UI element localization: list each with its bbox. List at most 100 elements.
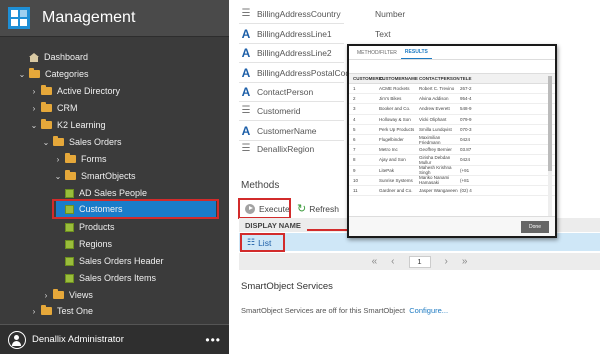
table-cell: (02) 4 — [460, 187, 472, 193]
table-cell: Robert C. Trevino — [419, 86, 455, 92]
tree-item-k2-learning[interactable]: ⌄ K2 Learning — [30, 117, 106, 133]
chevron-right-icon[interactable]: › — [42, 291, 50, 300]
lines-icon: ☰ — [241, 105, 251, 116]
execute-highlight-box — [238, 198, 291, 219]
last-page-icon[interactable]: » — [462, 256, 468, 267]
table-cell: LitePak — [379, 167, 395, 173]
table-row[interactable]: 9 LitePak Mahesh Krishna Singh (+91 — [349, 165, 555, 176]
table-cell: 7 — [353, 147, 356, 153]
folder-icon — [41, 305, 52, 315]
page-number-input[interactable]: 1 — [408, 255, 431, 268]
results-window: METHOD/FILTER RESULTS CUSTOMERID CUSTOME… — [347, 44, 557, 238]
table-cell: Girisha Debdan Mullur — [419, 154, 451, 165]
folder-icon — [65, 170, 76, 180]
folder-icon — [41, 102, 52, 112]
smartobject-icon — [65, 222, 74, 232]
tree-item-dashboard[interactable]: Dashboard — [18, 49, 88, 65]
first-page-icon[interactable]: « — [372, 256, 378, 267]
table-row[interactable]: 6 Flugelbinder Maximilian Friedmann 0424 — [349, 134, 555, 146]
chevron-down-icon[interactable]: ⌄ — [54, 172, 62, 181]
tree-item-sales-orders-items[interactable]: Sales Orders Items — [62, 270, 156, 286]
table-cell: 267-2 — [460, 86, 472, 92]
property-row[interactable]: ☰ DenallixRegion — [239, 139, 315, 158]
table-row[interactable]: 1 ACME Rockets Robert C. Trevino 267-2 — [349, 84, 555, 95]
table-cell: Metro Inc — [379, 147, 398, 153]
property-row[interactable]: A BillingAddressPostalCode — [239, 63, 355, 82]
table-cell: Alvina Addison — [419, 96, 449, 102]
results-scrollbar[interactable] — [548, 76, 552, 216]
table-cell: Flugelbinder — [379, 137, 404, 143]
results-table-body: 1 ACME Rockets Robert C. Trevino 267-2 2 Jim'… — [349, 84, 555, 197]
table-cell: 9 — [353, 167, 356, 173]
property-row[interactable]: A CustomerName — [239, 121, 317, 140]
table-cell: 03.87 — [460, 147, 472, 153]
tree-item-forms[interactable]: › Forms — [54, 151, 107, 167]
chevron-down-icon[interactable]: ⌄ — [18, 70, 26, 79]
home-icon — [29, 52, 39, 62]
tree-item-products[interactable]: Products — [62, 219, 115, 235]
smartobject-icon — [65, 188, 74, 198]
chevron-right-icon[interactable]: › — [30, 87, 38, 96]
folder-icon — [53, 136, 64, 146]
chevron-right-icon[interactable]: › — [30, 104, 38, 113]
table-cell: 079-9 — [460, 116, 472, 122]
tree-item-active-directory[interactable]: › Active Directory — [30, 83, 120, 99]
chevron-down-icon[interactable]: ⌄ — [42, 138, 50, 147]
table-row[interactable]: 11 Gardner and Co. Jasper Wangaveen (02) 4 — [349, 186, 555, 197]
table-cell: 954-4 — [460, 96, 472, 102]
refresh-button[interactable]: ↻ Refresh — [297, 201, 339, 216]
tab-method-filter[interactable]: METHOD/FILTER — [353, 50, 401, 59]
app-title: Management — [42, 9, 136, 26]
property-row[interactable]: A ContactPerson — [239, 82, 314, 101]
tree-item-sales-orders[interactable]: ⌄ Sales Orders — [42, 134, 122, 150]
tree-item-test-one[interactable]: › Test One — [30, 303, 93, 319]
refresh-icon: ↻ — [297, 203, 307, 215]
table-cell: 8 — [353, 157, 356, 163]
property-type: Text — [375, 29, 391, 39]
table-row[interactable]: 10 Sunrise Systems Mariko Nanami Hamasaki (… — [349, 175, 555, 186]
table-cell: 0424 — [460, 157, 471, 163]
table-row[interactable]: 4 Holloway & Son Vicki Oliphant 079-9 — [349, 115, 555, 125]
prev-page-icon[interactable]: ‹ — [391, 256, 394, 267]
property-row[interactable]: A BillingAddressLine1 — [239, 24, 332, 43]
table-row[interactable]: 8 Ajay and Son Girisha Debdan Mullur 0424 — [349, 154, 555, 166]
tree-item-views[interactable]: › Views — [42, 287, 93, 303]
property-row[interactable]: ☰ Customerid — [239, 101, 301, 120]
avatar-icon[interactable] — [8, 330, 26, 349]
tab-results[interactable]: RESULTS — [400, 49, 432, 59]
app-logo-icon[interactable] — [8, 7, 30, 29]
tree-item-crm[interactable]: › CRM — [30, 100, 78, 116]
table-cell: 2 — [353, 96, 356, 102]
table-row[interactable]: 5 Perk Up Products Smilla Lundqvist 070-3 — [349, 125, 555, 135]
chevron-right-icon[interactable]: › — [30, 307, 38, 316]
table-cell: 3 — [353, 106, 356, 112]
property-row[interactable]: A BillingAddressLine2 — [239, 43, 332, 62]
table-row[interactable]: 7 Metro Inc Geoffrey Bernier 03.87 — [349, 145, 555, 156]
text-icon: A — [241, 65, 251, 80]
text-icon: A — [241, 26, 251, 41]
configure-link[interactable]: Configure... — [409, 306, 448, 315]
table-row[interactable]: 2 Jim's Bikes Alvina Addison 954-4 — [349, 94, 555, 105]
tree-item-regions[interactable]: Regions — [62, 236, 112, 252]
next-page-icon[interactable]: › — [445, 256, 448, 267]
done-button[interactable]: Done — [521, 221, 549, 233]
table-cell: Ajay and Son — [379, 157, 406, 163]
more-options-icon[interactable]: ••• — [205, 333, 221, 347]
methods-title: Methods — [241, 180, 280, 191]
text-icon: A — [241, 84, 251, 99]
property-row[interactable]: ☰ BillingAddressCountry — [239, 4, 341, 23]
tree-item-smartobjects[interactable]: ⌄ SmartObjects — [54, 168, 136, 184]
table-cell: Maximilian Friedmann — [419, 134, 441, 145]
chevron-right-icon[interactable]: › — [54, 155, 62, 164]
table-cell: Gardner and Co. — [379, 187, 413, 193]
table-row[interactable]: 3 Booker and Co. Andrew Everett 548-9 — [349, 104, 555, 115]
tree-item-sales-orders-header[interactable]: Sales Orders Header — [62, 253, 164, 269]
chevron-down-icon[interactable]: ⌄ — [30, 121, 38, 130]
tree-item-categories[interactable]: ⌄ Categories — [18, 66, 89, 82]
table-cell: 5 — [353, 126, 356, 132]
smartobject-icon — [65, 273, 74, 283]
smartobject-icon — [65, 239, 74, 249]
table-cell: 6 — [353, 137, 356, 143]
text-icon: A — [241, 45, 251, 60]
property-type: Number — [375, 9, 406, 19]
